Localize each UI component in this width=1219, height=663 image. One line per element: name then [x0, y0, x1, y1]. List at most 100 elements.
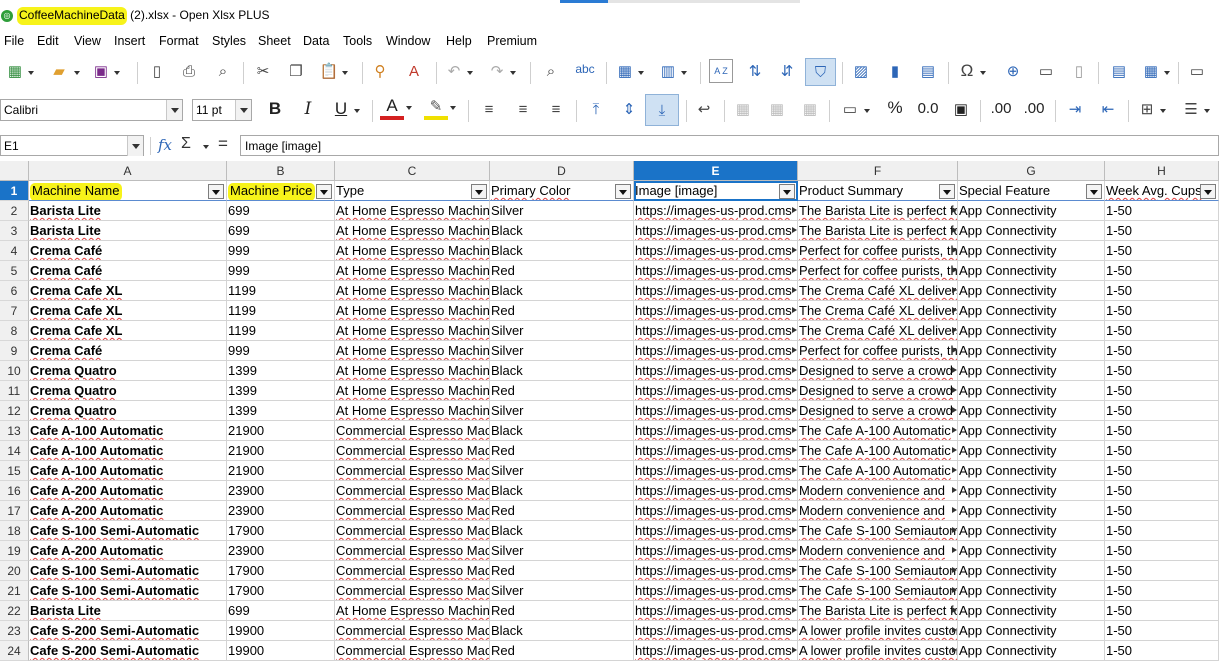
table-cell[interactable]: Silver — [490, 581, 634, 601]
table-cell[interactable]: Barista Lite — [29, 201, 227, 221]
table-cell[interactable]: https://images-us-prod.cms — [634, 541, 798, 561]
row-header[interactable]: 10 — [0, 361, 29, 381]
table-cell[interactable]: At Home Espresso Machine — [335, 401, 490, 421]
name-box-dropdown-icon[interactable] — [127, 136, 143, 156]
row-header[interactable]: 6 — [0, 281, 29, 301]
export-pdf-icon[interactable]: ▯ — [146, 60, 168, 82]
table-cell[interactable]: The Cafe S-100 Semiautomatic — [798, 581, 958, 601]
table-cell[interactable]: 1-50 — [1105, 481, 1219, 501]
italic-icon[interactable]: I — [297, 98, 319, 120]
table-cell[interactable]: Black — [490, 281, 634, 301]
table-cell[interactable]: 1199 — [227, 281, 335, 301]
header-cell-d[interactable]: Primary Color — [490, 181, 634, 201]
table-cell[interactable]: Modern convenience and — [798, 541, 958, 561]
table-cell[interactable]: Commercial Espresso Machine — [335, 581, 490, 601]
undo-icon[interactable]: ↶ — [443, 60, 473, 82]
table-cell[interactable]: The Barista Lite is perfect for — [798, 601, 958, 621]
table-cell[interactable]: 999 — [227, 341, 335, 361]
table-cell[interactable]: The Crema Café XL delivers — [798, 281, 958, 301]
table-cell[interactable]: 23900 — [227, 481, 335, 501]
border-style-icon[interactable]: ☰ — [1180, 98, 1210, 120]
table-cell[interactable]: At Home Espresso Machine — [335, 381, 490, 401]
table-cell[interactable]: 23900 — [227, 501, 335, 521]
sort-descending-icon[interactable]: ⇵ — [775, 60, 799, 82]
table-cell[interactable]: Commercial Espresso Machine — [335, 421, 490, 441]
table-cell[interactable]: 17900 — [227, 521, 335, 541]
table-cell[interactable]: https://images-us-prod.cms — [634, 621, 798, 641]
split-window-icon[interactable]: ▭ — [1186, 60, 1208, 82]
table-cell[interactable]: Crema Quatro — [29, 361, 227, 381]
table-cell[interactable]: Barista Lite — [29, 601, 227, 621]
table-cell[interactable]: App Connectivity — [958, 641, 1105, 661]
table-cell[interactable]: App Connectivity — [958, 441, 1105, 461]
highlight-color-icon[interactable]: ✎ — [424, 96, 456, 120]
row-icon[interactable]: ▦ — [614, 60, 644, 82]
table-cell[interactable]: 999 — [227, 241, 335, 261]
table-cell[interactable]: App Connectivity — [958, 261, 1105, 281]
table-cell[interactable]: App Connectivity — [958, 401, 1105, 421]
table-cell[interactable]: https://images-us-prod.cms — [634, 381, 798, 401]
table-cell[interactable]: Cafe A-200 Automatic — [29, 501, 227, 521]
header-cell-e[interactable]: Image [image] — [634, 181, 798, 201]
table-cell[interactable]: Red — [490, 261, 634, 281]
table-cell[interactable]: 1-50 — [1105, 581, 1219, 601]
menu-edit[interactable]: Edit — [37, 34, 59, 48]
table-cell[interactable]: Crema Café — [29, 261, 227, 281]
menu-tools[interactable]: Tools — [343, 34, 372, 48]
table-cell[interactable]: Modern convenience and — [798, 481, 958, 501]
row-header[interactable]: 15 — [0, 461, 29, 481]
table-cell[interactable]: 1-50 — [1105, 441, 1219, 461]
delete-decimal-icon[interactable]: .00 — [1020, 97, 1048, 119]
menu-file[interactable]: File — [4, 34, 24, 48]
clone-formatting-icon[interactable]: ⚲ — [369, 60, 391, 82]
table-cell[interactable]: https://images-us-prod.cms — [634, 301, 798, 321]
table-cell[interactable]: https://images-us-prod.cms — [634, 401, 798, 421]
table-cell[interactable]: Silver — [490, 341, 634, 361]
column-header-c[interactable]: C — [335, 161, 490, 181]
window-tab-active-indicator[interactable] — [560, 0, 608, 3]
row-header[interactable]: 21 — [0, 581, 29, 601]
menu-window[interactable]: Window — [386, 34, 430, 48]
header-cell-c[interactable]: Type — [335, 181, 490, 201]
table-cell[interactable]: At Home Espresso Machine — [335, 201, 490, 221]
table-cell[interactable]: Red — [490, 641, 634, 661]
table-cell[interactable]: Red — [490, 601, 634, 621]
table-cell[interactable]: https://images-us-prod.cms — [634, 341, 798, 361]
bold-icon[interactable]: B — [264, 98, 286, 120]
menu-premium[interactable]: Premium — [487, 34, 537, 48]
table-cell[interactable]: App Connectivity — [958, 481, 1105, 501]
table-cell[interactable]: Cafe A-200 Automatic — [29, 541, 227, 561]
table-cell[interactable]: Commercial Espresso Machine — [335, 561, 490, 581]
table-cell[interactable]: https://images-us-prod.cms — [634, 241, 798, 261]
clear-formatting-icon[interactable]: A — [403, 60, 425, 82]
table-cell[interactable]: 699 — [227, 601, 335, 621]
header-cell-g[interactable]: Special Feature — [958, 181, 1105, 201]
table-cell[interactable]: Designed to serve a crowd — [798, 401, 958, 421]
table-cell[interactable]: https://images-us-prod.cms — [634, 521, 798, 541]
table-cell[interactable]: Red — [490, 381, 634, 401]
menu-styles[interactable]: Styles — [212, 34, 246, 48]
add-decimal-icon[interactable]: .00 — [987, 97, 1015, 119]
row-header[interactable]: 1 — [0, 181, 29, 201]
row-header[interactable]: 24 — [0, 641, 29, 661]
table-cell[interactable]: Black — [490, 221, 634, 241]
column-header-a[interactable]: A — [29, 161, 227, 181]
redo-icon[interactable]: ↷ — [486, 60, 516, 82]
table-cell[interactable]: Perfect for coffee purists, this — [798, 341, 958, 361]
table-cell[interactable]: 1-50 — [1105, 241, 1219, 261]
table-cell[interactable]: Cafe A-100 Automatic — [29, 441, 227, 461]
table-cell[interactable]: https://images-us-prod.cms — [634, 601, 798, 621]
table-cell[interactable]: Black — [490, 421, 634, 441]
header-cell-b[interactable]: Machine Price — [227, 181, 335, 201]
table-cell[interactable]: Black — [490, 621, 634, 641]
column-header-g[interactable]: G — [958, 161, 1105, 181]
table-cell[interactable]: Red — [490, 501, 634, 521]
row-header[interactable]: 5 — [0, 261, 29, 281]
align-right-icon[interactable]: ≡ — [545, 98, 567, 120]
table-cell[interactable]: Crema Cafe XL — [29, 301, 227, 321]
table-cell[interactable]: App Connectivity — [958, 461, 1105, 481]
number-format-icon[interactable]: 0.0 — [915, 97, 941, 119]
table-cell[interactable]: A lower profile invites customers — [798, 621, 958, 641]
table-cell[interactable]: Commercial Espresso Machine — [335, 641, 490, 661]
table-cell[interactable]: Silver — [490, 321, 634, 341]
